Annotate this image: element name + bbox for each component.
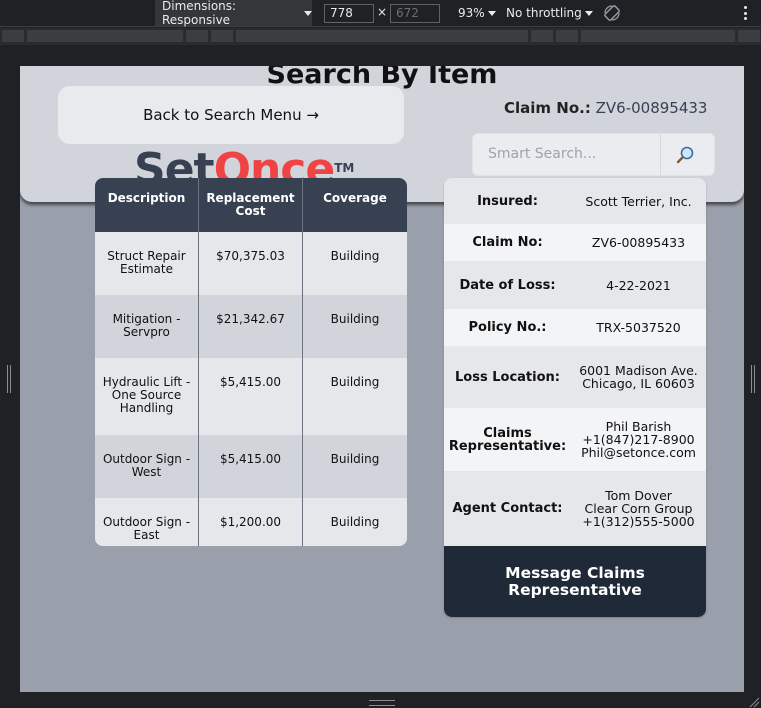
- detail-row-agent-contact: Agent Contact: Tom Dover Clear Corn Grou…: [444, 471, 706, 546]
- times-symbol: ×: [377, 5, 388, 19]
- claim-number: Claim No.: ZV6-00895433: [504, 99, 707, 117]
- table-row[interactable]: Outdoor Sign - West $5,415.00 Building: [95, 435, 407, 498]
- item-cost: $5,415.00: [199, 358, 303, 435]
- claims-rep-label-line2: Representative:: [448, 438, 567, 454]
- height-input[interactable]: 672: [390, 4, 440, 23]
- back-to-search-button[interactable]: Back to Search Menu →: [58, 86, 404, 144]
- agent-contact-label: Agent Contact:: [452, 501, 563, 516]
- item-cost: $1,200.00: [199, 498, 303, 546]
- claim-no-label: Claim No:: [444, 236, 571, 249]
- bottom-resize-handle[interactable]: [369, 700, 395, 706]
- detail-row-claims-rep: Claims Representative: Phil Barish +1(84…: [444, 408, 706, 471]
- item-description: Mitigation - Servpro: [95, 295, 199, 358]
- policy-no-value: TRX-5037520: [596, 320, 681, 335]
- corner-resize-icon[interactable]: [748, 696, 760, 708]
- page-viewport: Search By Item Back to Search Menu → Cla…: [20, 66, 744, 692]
- message-button-line1: Message Claims: [505, 563, 645, 582]
- detail-row-claim-no: Claim No: ZV6-00895433: [444, 224, 706, 261]
- zoom-label: 93%: [458, 6, 485, 20]
- item-coverage: Building: [330, 312, 380, 326]
- column-header-description: Description: [95, 178, 199, 232]
- throttling-label: No throttling: [506, 6, 582, 20]
- loss-location-value: 6001 Madison Ave. Chicago, IL 60603: [571, 364, 706, 390]
- item-description: Hydraulic Lift - One Source Handling: [95, 358, 199, 435]
- devtools-toolbar: Dimensions: Responsive 778 × 672 93% No …: [0, 0, 761, 27]
- more-options-icon[interactable]: [742, 6, 748, 20]
- chevron-down-icon: [304, 10, 312, 16]
- insured-value: Scott Terrier, Inc.: [585, 193, 692, 209]
- date-of-loss-value: 4-22-2021: [606, 277, 671, 293]
- item-coverage: Building: [330, 515, 380, 529]
- claim-details-panel: Insured: Scott Terrier, Inc. Claim No: Z…: [444, 178, 706, 617]
- claim-number-label: Claim No.:: [504, 99, 591, 117]
- item-cost: $70,375.03: [199, 232, 303, 295]
- date-of-loss-label: Date of Loss:: [459, 277, 556, 293]
- loss-location-label: Loss Location:: [455, 369, 560, 385]
- detail-row-date-of-loss: Date of Loss: 4-22-2021: [444, 261, 706, 309]
- item-coverage: Building: [330, 375, 380, 389]
- loss-location-line2: Chicago, IL 60603: [582, 376, 695, 391]
- message-claims-rep-button[interactable]: Message Claims Representative: [444, 546, 706, 617]
- rotate-icon[interactable]: [603, 4, 621, 22]
- dimensions-label: Dimensions: Responsive: [162, 0, 237, 27]
- media-query-bar: [0, 28, 761, 45]
- column-header-coverage: Coverage: [323, 191, 387, 205]
- table-row[interactable]: Struct Repair Estimate $70,375.03 Buildi…: [95, 232, 407, 295]
- width-input[interactable]: 778: [324, 4, 374, 23]
- search-icon: [676, 146, 694, 164]
- message-button-line2: Representative: [508, 580, 642, 599]
- item-cost: $5,415.00: [199, 435, 303, 498]
- item-description: Outdoor Sign - West: [95, 435, 199, 498]
- chevron-down-icon: [487, 11, 496, 16]
- items-table-header: Description Replacement Cost Coverage: [95, 178, 407, 232]
- claims-rep-label-line1: Claims: [483, 425, 532, 441]
- search-button[interactable]: [671, 143, 699, 167]
- claim-no-value: ZV6-00895433: [591, 235, 686, 250]
- right-resize-handle[interactable]: [751, 365, 755, 393]
- item-description: Struct Repair Estimate: [95, 232, 199, 295]
- detail-row-insured: Insured: Scott Terrier, Inc.: [444, 178, 706, 224]
- claims-rep-value: Phil Barish +1(847)217-8900 Phil@setonce…: [571, 420, 706, 459]
- smart-search: Smart Search...: [472, 133, 715, 176]
- table-row[interactable]: Mitigation - Servpro $21,342.67 Building: [95, 295, 407, 358]
- claims-rep-email: Phil@setonce.com: [581, 445, 696, 460]
- agent-phone: +1(312)555-5000: [582, 514, 695, 529]
- column-header-replacement-cost: Replacement Cost: [199, 178, 303, 232]
- claim-number-value: ZV6-00895433: [595, 99, 708, 117]
- item-coverage: Building: [330, 249, 380, 263]
- insured-label: Insured:: [477, 193, 538, 209]
- policy-no-label: Policy No.:: [444, 321, 571, 334]
- smart-search-input[interactable]: Smart Search...: [473, 134, 661, 175]
- detail-row-loss-location: Loss Location: 6001 Madison Ave. Chicago…: [444, 346, 706, 408]
- left-resize-handle[interactable]: [7, 365, 11, 393]
- item-coverage: Building: [330, 452, 380, 466]
- throttling-dropdown[interactable]: No throttling: [506, 6, 593, 20]
- items-table: Description Replacement Cost Coverage St…: [95, 178, 407, 546]
- agent-contact-value: Tom Dover Clear Corn Group +1(312)555-50…: [571, 489, 706, 528]
- dimensions-dropdown[interactable]: Dimensions: Responsive: [155, 0, 312, 27]
- chevron-down-icon: [584, 11, 593, 16]
- item-cost: $21,342.67: [199, 295, 303, 358]
- detail-row-policy-no: Policy No.: TRX-5037520: [444, 309, 706, 346]
- item-description: Outdoor Sign - East: [95, 498, 199, 546]
- claims-rep-label: Claims Representative:: [444, 425, 571, 454]
- table-row[interactable]: Hydraulic Lift - One Source Handling $5,…: [95, 358, 407, 435]
- table-row[interactable]: Outdoor Sign - East $1,200.00 Building: [95, 498, 407, 546]
- zoom-dropdown[interactable]: 93%: [458, 6, 496, 20]
